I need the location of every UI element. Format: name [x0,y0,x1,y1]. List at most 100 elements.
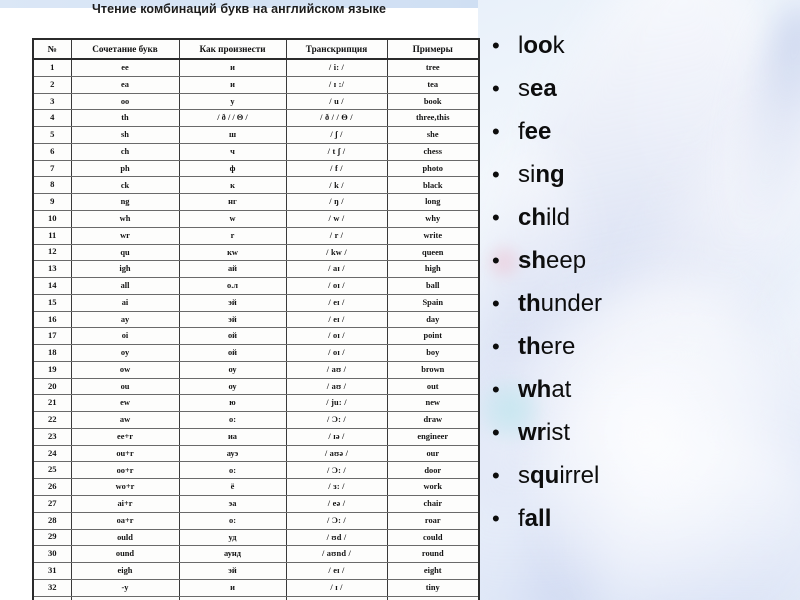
cell-num: 5 [32,126,72,144]
cell-combination: ou+r [70,444,180,463]
cell-example: high [386,260,480,279]
bullet-icon: • [492,291,500,316]
cell-pronunciation: о: [178,411,287,429]
word-segment-highlight: wr [518,419,547,446]
word-segment: irrel [559,462,600,489]
cell-num: 20 [32,377,72,396]
bullet-icon: • [492,76,500,101]
bullet-icon: • [492,377,500,402]
cell-num: 21 [32,394,72,413]
cell-pronunciation: эа [178,495,287,513]
word-segment: f [518,505,525,532]
cell-pronunciation: ю [178,394,287,413]
cell-combination: ee+r [70,427,180,446]
word-segment-highlight: ch [518,204,547,231]
cell-combination: ck [70,176,180,195]
word-segment: eep [546,247,587,274]
cell-pronunciation: ой [178,344,287,362]
cell-transcription: / ɪə / [285,427,388,446]
cell-pronunciation: оу [178,377,287,396]
cell-example: black [386,176,480,195]
cell-num: 29 [32,528,72,547]
cell-example: tree [386,58,480,77]
practice-word: wrist [518,411,570,454]
cell-example: engineer [386,427,480,446]
practice-word-list: • look • sea • fee • sing • child • sheep • thunder • t… [492,24,792,540]
cell-transcription: / eɪ / [285,310,388,329]
cell-example: roar [386,511,480,530]
cell-num: 10 [32,210,72,228]
cell-combination: ou [70,377,180,396]
cell-pronunciation: ё [178,478,287,497]
cell-combination: aw [70,411,180,429]
cell-combination: th [70,109,180,128]
cell-combination: wa [70,595,180,600]
table-row: 18 oy ой / oɪ / boy [32,344,480,362]
cell-transcription: / ɪ :/ [285,75,388,94]
cell-pronunciation: кw [178,243,287,262]
cell-example: why [386,210,480,228]
cell-pronunciation: / ð / / Θ / [178,109,287,128]
cell-num: 26 [32,478,72,497]
table-row: 12 qu кw / kw / queen [32,243,480,262]
word-segment: k [552,32,565,59]
cell-combination: ng [70,193,180,211]
cell-num: 7 [32,159,72,178]
cell-num: 28 [32,511,72,530]
cell-example: out [386,377,480,396]
list-item: • sheep [492,239,792,282]
word-segment: under [540,290,603,317]
cell-pronunciation: о.л [178,277,287,295]
cell-transcription: / ð / / Θ / [285,109,388,128]
cell-transcription: / kw / [285,243,388,262]
list-item: • fall [492,497,792,540]
cell-pronunciation: и [178,578,287,597]
word-segment: s [518,462,530,489]
table-header-row: № Сочетание букв Как произнести Транскрипци… [32,38,480,61]
bullet-icon: • [492,119,500,144]
bullet-icon: • [492,506,500,531]
cell-num: 32 [32,578,72,597]
cell-num: 6 [32,142,72,161]
bullet-icon: • [492,463,500,488]
cell-transcription: / oɪ / [285,277,388,295]
cell-combination: ai+r [70,495,180,513]
word-segment-highlight: a [524,505,539,532]
cell-transcription: / ŋ / [285,193,388,211]
bullet-icon: • [492,205,500,230]
cell-example: book [386,92,480,111]
cell-example: want [386,595,480,600]
cell-combination: eigh [70,562,180,580]
cell-example: write [386,226,480,245]
practice-word: child [518,196,570,239]
practice-word: sheep [518,239,586,282]
letter-combinations-table: № Сочетание букв Как произнести Транскрипци… [32,38,480,600]
cell-pronunciation: ауэ [178,444,287,463]
word-segment-highlight: qu [530,462,560,489]
cell-num: 31 [32,562,72,580]
cell-pronunciation: о: [178,461,287,480]
cell-example: boy [386,344,480,362]
cell-example: new [386,394,480,413]
word-segment: si [518,161,536,188]
cell-transcription: / w / [285,210,388,228]
word-segment: f [518,118,525,145]
table-row: 10 wh w / w / why [32,210,480,228]
cell-pronunciation: r [178,226,287,245]
table-row: 7 ph ф / f / photo [32,159,480,178]
cell-num: 15 [32,293,72,312]
table-row: 8 ck к / k / black [32,176,480,195]
cell-combination: qu [70,243,180,262]
table-row: 17 oi ой / oɪ / point [32,327,480,346]
table-row: 31 eigh эй / eɪ / eight [32,562,480,580]
cell-combination: ch [70,142,180,161]
cell-num: 27 [32,495,72,513]
word-segment: ere [540,333,576,360]
practice-word: sea [518,67,557,110]
table-row: 21 ew ю / ju: / new [32,394,480,413]
cell-example: brown [386,360,480,379]
cell-combination: wo+r [70,478,180,497]
cell-combination: wh [70,210,180,228]
table-row: 15 ai эй / eɪ / Spain [32,293,480,312]
table-body: 1 ee и / i: / tree 2 ea и / ɪ :/tea 3 oo у / u / book… [32,58,480,600]
